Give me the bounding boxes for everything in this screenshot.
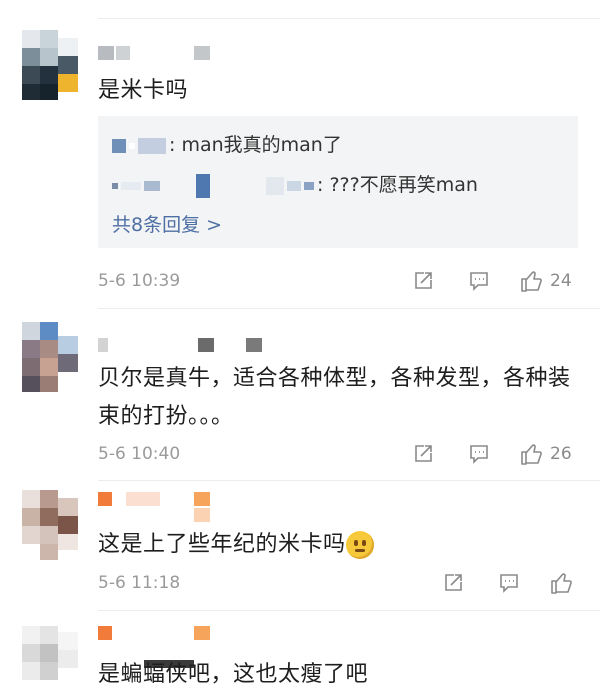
timestamp: 5-6 10:40 <box>98 444 181 464</box>
comment-text-content: 这是上了些年纪的米卡吗 <box>98 532 346 557</box>
avatar[interactable] <box>22 30 78 100</box>
reply-text: : man我真的man了 <box>169 134 342 156</box>
reply-text: : ???不愿再笑man <box>317 174 478 196</box>
reply-box[interactable]: : man我真的man了 : ???不愿再笑man 共8条回复 > <box>98 116 578 248</box>
like-count: 26 <box>550 444 572 464</box>
timestamp: 5-6 11:18 <box>98 573 181 593</box>
comment-text: 这是上了些年纪的米卡吗 <box>98 526 578 564</box>
comment-meta: 5-6 10:39 24 <box>98 268 588 294</box>
comment-icon <box>500 574 518 593</box>
like-icon <box>521 271 542 292</box>
like-icon <box>521 444 542 465</box>
thinking-emoji-icon <box>345 531 374 559</box>
reply-line[interactable]: : ???不愿再笑man <box>112 170 478 200</box>
comment-meta: 5-6 10:40 26 <box>98 441 588 467</box>
timestamp: 5-6 10:39 <box>98 271 181 291</box>
avatar[interactable] <box>22 490 78 560</box>
comment-divider <box>98 480 600 481</box>
comment-text: 贝尔是真牛，适合各种体型，各种发型，各种装束的打扮。。。 <box>98 366 571 429</box>
comment-divider <box>98 610 600 611</box>
share-button[interactable] <box>412 442 434 466</box>
avatar[interactable] <box>22 322 78 392</box>
comment-text: 是米卡吗 <box>98 78 189 103</box>
reply-username-blurred <box>112 171 317 201</box>
comment-button[interactable] <box>498 571 520 595</box>
username-blurred[interactable] <box>98 338 268 354</box>
more-replies-link[interactable]: 共8条回复 > <box>112 210 222 240</box>
top-divider <box>98 18 600 19</box>
like-count: 24 <box>550 271 572 291</box>
like-button[interactable]: 24 <box>520 269 572 293</box>
share-icon <box>415 272 432 289</box>
like-button[interactable]: 26 <box>520 442 572 466</box>
comment-icon <box>470 445 488 464</box>
share-icon <box>415 445 432 462</box>
reply-username-blurred <box>112 131 169 161</box>
comment-button[interactable] <box>468 269 490 293</box>
comment-divider <box>98 308 600 309</box>
avatar[interactable] <box>22 626 78 696</box>
share-button[interactable] <box>412 269 434 293</box>
username-blurred[interactable] <box>98 492 238 522</box>
share-icon <box>445 574 462 591</box>
reply-line[interactable]: : man我真的man了 <box>112 130 342 160</box>
comment-button[interactable] <box>468 442 490 466</box>
username-blurred[interactable] <box>98 626 238 668</box>
share-button[interactable] <box>442 571 464 595</box>
username-blurred[interactable] <box>98 46 218 62</box>
comment-text: 是蝙蝠侠吧，这也太瘦了吧 <box>98 662 369 687</box>
like-icon <box>551 573 572 594</box>
comment-meta: 5-6 11:18 <box>98 570 588 596</box>
like-button[interactable] <box>550 571 580 595</box>
comment-icon <box>470 272 488 291</box>
